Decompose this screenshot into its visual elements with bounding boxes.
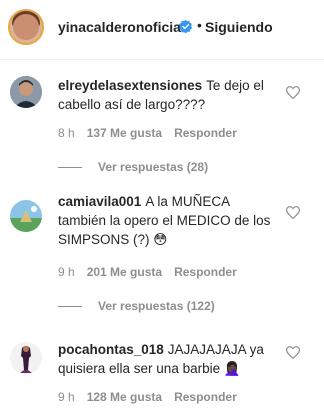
profile-avatar[interactable] bbox=[8, 9, 44, 45]
view-replies-label: Ver respuestas (122) bbox=[98, 299, 215, 313]
comment-meta: 9 h 201 Me gusta Responder bbox=[58, 265, 249, 279]
replies-divider bbox=[58, 167, 82, 169]
replies-divider bbox=[58, 306, 82, 308]
reply-button[interactable]: Responder bbox=[174, 265, 237, 279]
like-heart-icon[interactable] bbox=[286, 346, 300, 359]
comment-text: camiavila001 A la MUÑECA también la opero… bbox=[58, 192, 278, 249]
header-separator: • bbox=[197, 17, 202, 33]
comment-username[interactable]: camiavila001 bbox=[58, 194, 141, 209]
like-heart-icon[interactable] bbox=[286, 206, 300, 219]
reply-button[interactable]: Responder bbox=[174, 390, 237, 404]
verified-badge-icon bbox=[178, 19, 193, 34]
comment-text: elreydelasextensiones Te dejo el cabello … bbox=[58, 76, 278, 114]
post-header: yinacalderonoficial • Siguiendo bbox=[0, 0, 324, 60]
comment-meta: 8 h 137 Me gusta Responder bbox=[58, 126, 249, 140]
comment-time: 9 h bbox=[58, 265, 75, 279]
comment-username[interactable]: elreydelasextensiones bbox=[58, 78, 202, 93]
like-heart-icon[interactable] bbox=[286, 86, 300, 99]
comment-username[interactable]: pocahontas_018 bbox=[58, 342, 164, 357]
view-replies-button[interactable]: Ver respuestas (122) bbox=[58, 299, 215, 313]
comment-meta: 9 h 128 Me gusta Responder bbox=[58, 390, 249, 404]
comment-likes[interactable]: 137 Me gusta bbox=[87, 126, 162, 140]
comment-time: 8 h bbox=[58, 126, 75, 140]
comment-likes[interactable]: 201 Me gusta bbox=[87, 265, 162, 279]
comment-avatar[interactable] bbox=[10, 342, 42, 374]
reply-button[interactable]: Responder bbox=[174, 126, 237, 140]
following-button[interactable]: Siguiendo bbox=[205, 19, 273, 35]
view-replies-label: Ver respuestas (28) bbox=[98, 160, 209, 174]
view-replies-button[interactable]: Ver respuestas (28) bbox=[58, 160, 208, 174]
header-username[interactable]: yinacalderonoficial bbox=[58, 19, 185, 35]
comment-text: pocahontas_018 JAJAJAJAJA ya quisiera ell… bbox=[58, 340, 278, 378]
comment-avatar[interactable] bbox=[10, 76, 42, 108]
comment-time: 9 h bbox=[58, 390, 75, 404]
comment-avatar[interactable] bbox=[10, 200, 42, 232]
comment-likes[interactable]: 128 Me gusta bbox=[87, 390, 162, 404]
